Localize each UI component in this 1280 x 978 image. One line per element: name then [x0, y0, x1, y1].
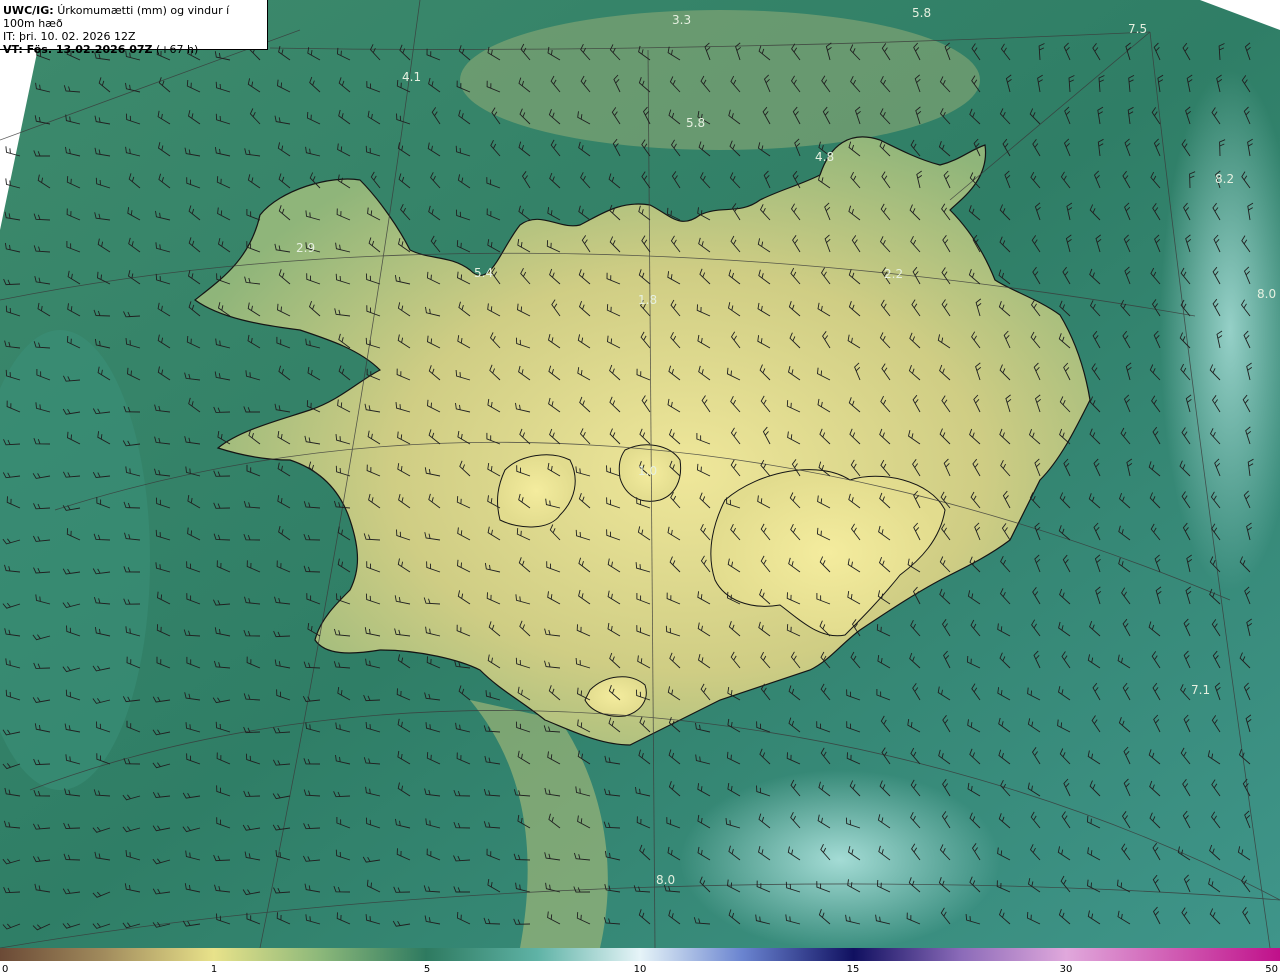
value-label: 5.8 [686, 116, 705, 130]
valid-offset: (+67 h) [156, 43, 199, 56]
value-label: 5.4 [474, 266, 493, 280]
value-label: 2.2 [884, 267, 903, 281]
issue-time: IT: þri. 10. 02. 2026 12Z [3, 30, 136, 43]
value-label: 7.1 [1191, 683, 1210, 697]
colorbar-tick: 0 [2, 964, 9, 975]
value-label: 8.0 [656, 873, 675, 887]
valid-time-line: VT: Fös. 13.02.2026 07Z (+67 h) [3, 43, 264, 56]
colorbar-tick: 1 [210, 964, 218, 975]
valid-time: VT: Fös. 13.02.2026 07Z [3, 43, 153, 56]
colorbar-tick: 30 [1059, 964, 1073, 975]
colorbar-tick: 50 [1265, 964, 1278, 975]
value-label: 4.8 [815, 150, 834, 164]
value-label: 8.2 [1215, 172, 1234, 186]
colorbar-ticks: 0 1 5 10 15 30 50 [0, 962, 1280, 978]
value-label: 3.3 [672, 13, 691, 27]
colorbar-tick: 15 [846, 964, 860, 975]
colorbar [0, 948, 1280, 961]
value-label: 7.5 [1128, 22, 1147, 36]
value-label: 1.0 [638, 464, 657, 478]
colorbar-tick: 5 [423, 964, 431, 975]
map-info-box: UWC/IG: Úrkomumætti (mm) og vindur í 100… [0, 0, 268, 56]
value-label: 5.8 [912, 6, 931, 20]
value-label: 2.9 [296, 241, 315, 255]
value-label: 8.0 [1257, 287, 1276, 301]
model-label: UWC/IG: [3, 4, 54, 17]
title-line: UWC/IG: Úrkomumætti (mm) og vindur í 100… [3, 4, 264, 30]
value-label: 1.8 [638, 293, 657, 307]
value-label: 4.1 [402, 70, 421, 84]
colorbar-tick: 10 [633, 964, 647, 975]
precipitation-map: 3.3 5.8 7.5 4.1 5.8 4.8 8.2 2.9 5.4 1.8 … [0, 0, 1280, 948]
